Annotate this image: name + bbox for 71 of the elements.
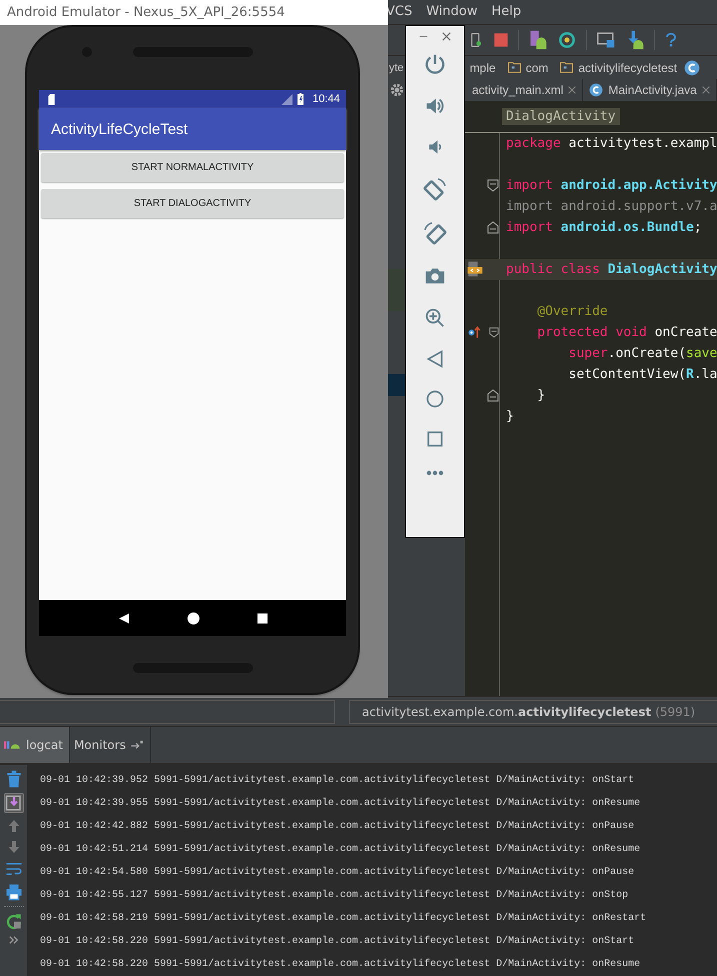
pin-arrow-icon [130, 740, 144, 750]
breadcrumb-item[interactable]: mple [466, 60, 503, 75]
override-icon [467, 325, 483, 340]
back-icon[interactable] [118, 612, 130, 624]
class-file-icon [467, 261, 483, 278]
more-icon[interactable] [426, 469, 444, 477]
sd-card-icon [47, 94, 56, 104]
code-line: protected void onCreate [536, 324, 717, 340]
zoom-icon[interactable] [424, 307, 446, 329]
expand-more-icon[interactable] [8, 934, 20, 945]
folder-icon [559, 61, 574, 74]
code-line: setContentView(R.la [568, 366, 717, 382]
power-icon[interactable] [424, 53, 446, 75]
overview-icon[interactable] [256, 612, 268, 624]
log-line: 09-01 10:42:55.127 5991-5991/activitytest.example.com.activitylifecycletest D/MainActivity: onStop [40, 888, 630, 903]
breadcrumb-item[interactable]: activitylifecycletest [555, 60, 684, 75]
code-line: import android.os.Bundle; [506, 220, 702, 235]
log-line: 09-01 10:42:58.219 5991-5991/activitytest.example.com.activitylifecycletest D/MainActivity: onRestart [40, 912, 648, 926]
fold-marker[interactable] [487, 220, 499, 234]
app-title: ActivityLifeCycleTest [51, 120, 188, 138]
breadcrumb-item[interactable]: yte [389, 62, 404, 74]
app-button[interactable]: START NORMALACTIVITY [41, 153, 344, 182]
restart-icon[interactable] [4, 912, 22, 930]
log-line: 09-01 10:42:58.220 5991-5991/activitytest.example.com.activitylifecycletest D/MainActivity: onResume [40, 958, 642, 972]
code-line: public class DialogActivity [506, 262, 717, 277]
folder-icon [506, 61, 522, 74]
code-line: } [536, 388, 546, 403]
code-line: @Override [536, 304, 608, 319]
code-line: super.onCreate(save [568, 346, 717, 361]
window-title: Android Emulator - Nexus_5X_API_26:5554 [0, 0, 388, 25]
fold-marker[interactable] [487, 388, 499, 402]
breadcrumb-label[interactable]: DialogActivity [502, 108, 620, 125]
trash-icon[interactable] [4, 770, 22, 788]
menu-item[interactable]: Help [492, 4, 522, 20]
tool-tab[interactable]: logcat [0, 727, 70, 763]
scroll-end-icon[interactable] [4, 794, 22, 812]
class-icon [684, 60, 700, 76]
gear-icon[interactable] [390, 82, 404, 97]
log-line: 09-01 10:42:39.952 5991-5991/activitytest.example.com.activitylifecycletest D/MainActivity: onStart [40, 774, 636, 788]
close-icon[interactable] [568, 86, 576, 94]
log-line: 09-01 10:42:58.220 5991-5991/activitytest.example.com.activitylifecycletest D/MainActivity: onStart [40, 934, 636, 949]
battery-icon [297, 93, 304, 105]
log-line: 09-01 10:42:51.214 5991-5991/activitytest.example.com.activitylifecycletest D/MainActivity: onResume [40, 842, 642, 857]
close-icon[interactable] [442, 32, 451, 41]
signal-icon [281, 94, 294, 104]
tool-tab[interactable]: Monitors [70, 727, 151, 763]
print-icon[interactable] [4, 882, 22, 901]
code-line: } [506, 408, 514, 424]
fold-marker[interactable] [489, 326, 499, 339]
log-line: 09-01 10:42:54.580 5991-5991/activitytest.example.com.activitylifecycletest D/MainActivity: onPause [40, 866, 636, 880]
device-android-icon[interactable] [528, 30, 548, 50]
breadcrumb-item[interactable]: com [502, 60, 556, 75]
log-line: 09-01 10:42:42.882 5991-5991/activitytest.example.com.activitylifecycletest D/MainActivity: onPause [40, 820, 636, 834]
code-line: package activitytest.exampl [506, 136, 717, 151]
menu-item[interactable]: Window [426, 4, 478, 20]
stop-icon[interactable] [493, 32, 509, 48]
rotate-right-icon[interactable] [423, 221, 447, 245]
project-structure-icon[interactable] [596, 30, 616, 49]
log-line: 09-01 10:42:39.955 5991-5991/activitytest.example.com.activitylifecycletest D/MainActivity: onResume [40, 796, 642, 811]
code-line: import android.support.v7.a [506, 198, 717, 214]
sync-icon[interactable] [557, 30, 577, 50]
rotate-left-icon[interactable] [423, 177, 447, 201]
logcat-icon [4, 739, 22, 752]
class-icon [589, 82, 604, 97]
fold-marker[interactable] [487, 178, 499, 192]
process-dropdown[interactable]: activitytest.example.com.activitylifecycletest (5991) [349, 700, 717, 724]
close-icon[interactable] [702, 86, 710, 94]
app-button[interactable]: START DIALOGACTIVITY [41, 189, 344, 218]
home-icon[interactable] [186, 612, 200, 624]
code-line: import android.app.Activity [506, 178, 717, 193]
status-time: 10:44 [312, 93, 340, 105]
